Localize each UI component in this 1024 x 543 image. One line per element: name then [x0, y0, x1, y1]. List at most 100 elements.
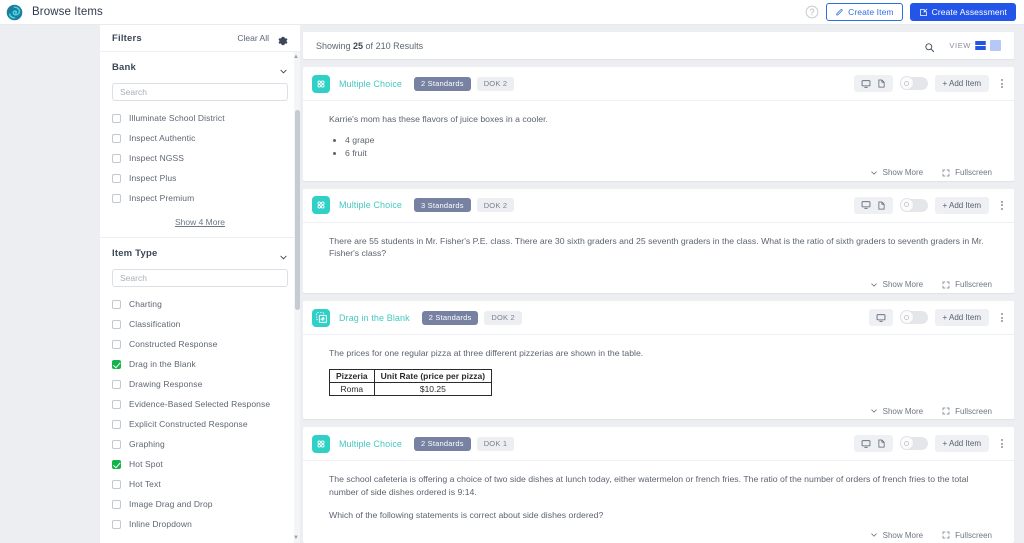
- standards-badge[interactable]: 2 Standards: [421, 310, 479, 325]
- standards-badge[interactable]: 3 Standards: [414, 198, 471, 213]
- list-item[interactable]: Explicit Constructed Response: [112, 414, 288, 434]
- checkbox-icon[interactable]: [112, 339, 121, 349]
- scroll-up-arrow-icon[interactable]: ▲: [293, 54, 299, 60]
- more-vertical-icon[interactable]: [996, 313, 1006, 323]
- facet-bank-search-input[interactable]: [112, 83, 288, 101]
- document-preview-icon[interactable]: [877, 79, 886, 88]
- item-card: Multiple Choice 3 Standards DOK 2 + Add …: [303, 188, 1014, 294]
- list-item[interactable]: Drawing Response: [112, 374, 288, 394]
- chevron-down-icon[interactable]: [279, 63, 288, 73]
- add-item-button[interactable]: + Add Item: [934, 196, 989, 214]
- document-preview-icon[interactable]: [877, 201, 886, 210]
- create-assessment-label: Create Assessment: [931, 7, 1007, 17]
- results-toolbar-actions: VIEW: [924, 40, 1001, 53]
- checkbox-icon[interactable]: [112, 193, 121, 203]
- show-more-banks-link[interactable]: Show 4 More: [112, 208, 288, 237]
- clear-all-button[interactable]: Clear All: [237, 33, 269, 43]
- checkbox-icon[interactable]: [112, 173, 121, 183]
- item-visibility-toggle[interactable]: [899, 310, 928, 325]
- list-item[interactable]: Classification: [112, 314, 288, 334]
- monitor-preview-icon[interactable]: [876, 313, 886, 323]
- help-circle-icon[interactable]: [805, 5, 819, 19]
- grid-view-icon[interactable]: [990, 40, 1001, 51]
- list-item[interactable]: Image Drag and Drop: [112, 494, 288, 514]
- checkbox-icon[interactable]: [112, 419, 121, 429]
- standards-badge[interactable]: 2 Standards: [414, 436, 471, 451]
- list-item[interactable]: Inspect Plus: [112, 168, 288, 188]
- checkbox-icon[interactable]: [112, 153, 121, 163]
- list-item[interactable]: Inspect Authentic: [112, 128, 288, 148]
- show-more-button[interactable]: Show More: [870, 531, 923, 540]
- filters-scroll-area[interactable]: Bank Illuminate School District: [100, 52, 300, 543]
- search-icon[interactable]: [924, 40, 935, 53]
- checkbox-icon[interactable]: [112, 319, 121, 329]
- fullscreen-icon: [942, 531, 950, 539]
- list-item[interactable]: Inspect NGSS: [112, 148, 288, 168]
- list-item[interactable]: Graphing: [112, 434, 288, 454]
- checkbox-icon[interactable]: [112, 379, 121, 389]
- question-text: The school cafeteria is offering a choic…: [329, 474, 969, 497]
- list-item[interactable]: Evidence-Based Selected Response: [112, 394, 288, 414]
- list-item[interactable]: Hot Spot: [112, 454, 288, 474]
- more-vertical-icon[interactable]: [996, 439, 1006, 449]
- option-label: Inspect Premium: [129, 193, 195, 203]
- fullscreen-button[interactable]: Fullscreen: [942, 407, 992, 416]
- item-type-label[interactable]: Drag in the Blank: [339, 313, 410, 323]
- item-visibility-toggle[interactable]: [899, 436, 928, 451]
- option-label: Drawing Response: [129, 379, 203, 389]
- table-row: Pizzeria Unit Rate (price per pizza): [329, 368, 493, 383]
- item-visibility-toggle[interactable]: [899, 197, 928, 212]
- list-item[interactable]: Hot Text: [112, 474, 288, 494]
- chevron-down-icon[interactable]: [279, 249, 288, 259]
- filters-header: Filters Clear All: [100, 25, 300, 52]
- more-vertical-icon[interactable]: [996, 200, 1006, 210]
- list-item[interactable]: Illuminate School District: [112, 108, 288, 128]
- facet-item-type-search-input[interactable]: [112, 269, 288, 287]
- add-item-button[interactable]: + Add Item: [934, 435, 989, 453]
- checkbox-icon[interactable]: [112, 479, 121, 489]
- list-item[interactable]: Drag in the Blank: [112, 354, 288, 374]
- item-type-label[interactable]: Multiple Choice: [339, 79, 402, 89]
- show-more-label: Show More: [882, 406, 924, 416]
- create-assessment-button[interactable]: Create Assessment: [909, 3, 1016, 21]
- checkbox-icon-checked[interactable]: [112, 459, 121, 469]
- item-type-label[interactable]: Multiple Choice: [339, 439, 402, 449]
- checkbox-icon[interactable]: [112, 439, 121, 449]
- gear-icon[interactable]: [278, 33, 288, 46]
- sidebar-scrollbar-thumb[interactable]: [294, 110, 300, 310]
- checkbox-icon[interactable]: [112, 519, 121, 529]
- show-more-button[interactable]: Show More: [870, 407, 923, 416]
- show-more-button[interactable]: Show More: [870, 168, 923, 177]
- add-item-button[interactable]: + Add Item: [934, 309, 989, 327]
- document-preview-icon[interactable]: [877, 439, 886, 448]
- more-vertical-icon[interactable]: [996, 79, 1006, 88]
- list-item[interactable]: Constructed Response: [112, 334, 288, 354]
- standards-badge[interactable]: 2 Standards: [414, 76, 471, 91]
- checkbox-icon[interactable]: [112, 399, 121, 409]
- facet-item-type-header[interactable]: Item Type: [112, 238, 288, 268]
- checkbox-icon-checked[interactable]: [112, 359, 121, 369]
- checkbox-icon[interactable]: [112, 299, 121, 309]
- item-visibility-toggle[interactable]: [899, 76, 928, 90]
- list-item[interactable]: Charting: [112, 294, 288, 314]
- facet-bank-header[interactable]: Bank: [112, 52, 288, 82]
- show-more-button[interactable]: Show More: [870, 280, 923, 289]
- create-item-button[interactable]: Create Item: [826, 3, 903, 21]
- scroll-down-arrow-icon[interactable]: ▼: [293, 535, 299, 541]
- monitor-preview-icon[interactable]: [861, 439, 871, 449]
- fullscreen-button[interactable]: Fullscreen: [942, 531, 992, 540]
- list-item[interactable]: Inline Dropdown: [112, 514, 288, 534]
- checkbox-icon[interactable]: [112, 133, 121, 143]
- view-toggle: VIEW: [949, 40, 1001, 51]
- fullscreen-button[interactable]: Fullscreen: [942, 280, 992, 289]
- monitor-preview-icon[interactable]: [861, 79, 871, 89]
- checkbox-icon[interactable]: [112, 499, 121, 509]
- item-type-label[interactable]: Multiple Choice: [339, 200, 402, 210]
- sidebar-scrollbar[interactable]: ▲ ▼: [293, 52, 300, 543]
- monitor-preview-icon[interactable]: [861, 200, 871, 210]
- checkbox-icon[interactable]: [112, 113, 121, 123]
- fullscreen-button[interactable]: Fullscreen: [942, 168, 992, 177]
- add-item-button[interactable]: + Add Item: [934, 75, 989, 92]
- list-view-icon[interactable]: [975, 40, 986, 51]
- list-item[interactable]: Inspect Premium: [112, 188, 288, 208]
